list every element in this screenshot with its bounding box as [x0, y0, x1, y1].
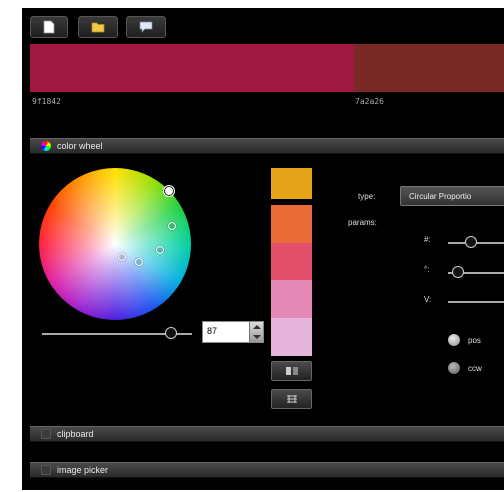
- swatch-secondary[interactable]: [354, 44, 504, 92]
- wheel-marker[interactable]: [156, 246, 164, 254]
- wheel-marker[interactable]: [135, 258, 143, 266]
- param-count-slider-knob[interactable]: [465, 236, 477, 248]
- brightness-slider-knob[interactable]: [165, 327, 177, 339]
- color-wheel-icon: [41, 141, 51, 151]
- brightness-value: 87: [207, 326, 218, 336]
- palette-action-button[interactable]: [271, 361, 312, 381]
- clipboard-icon: [41, 429, 51, 439]
- speech-bubble-icon: [139, 21, 153, 33]
- swatch-primary[interactable]: [30, 44, 354, 92]
- palette-swatch[interactable]: [271, 168, 312, 199]
- image-picker-section-header[interactable]: image picker: [30, 462, 504, 478]
- param-angle-label: °:: [424, 265, 430, 274]
- param-v-slider-track[interactable]: [448, 301, 504, 303]
- swap-icon: [285, 367, 298, 375]
- new-document-button[interactable]: [30, 16, 68, 38]
- palette-swatch[interactable]: [271, 280, 312, 318]
- palette-swatch[interactable]: [271, 205, 312, 243]
- radio-ccw[interactable]: [448, 362, 460, 374]
- swatch-hex-secondary: 7a2a26: [355, 97, 384, 106]
- clipboard-section-header[interactable]: clipboard: [30, 426, 504, 442]
- document-icon: [43, 20, 55, 34]
- section-label-image-picker: image picker: [57, 465, 109, 475]
- grid-icon: [286, 395, 297, 403]
- radio-ccw-label: ccw: [468, 364, 482, 373]
- stepper-down-icon[interactable]: [253, 335, 261, 339]
- section-label-clipboard: clipboard: [57, 429, 94, 439]
- scheme-type-select[interactable]: Circular Proportio: [400, 186, 504, 206]
- palette-swatch[interactable]: [271, 318, 312, 356]
- params-label: params:: [348, 218, 377, 227]
- swatch-hex-primary: 9f1842: [32, 97, 61, 106]
- folder-icon: [91, 22, 105, 33]
- type-label: type:: [358, 192, 376, 201]
- section-label-color-wheel: color wheel: [57, 141, 103, 151]
- brightness-stepper[interactable]: 87: [202, 321, 264, 343]
- radio-pos-label: pos: [468, 336, 481, 345]
- color-scheme-app: 9f1842 7a2a26 color wheel 87 type: Circu…: [22, 8, 504, 490]
- color-wheel-section-header[interactable]: color wheel: [30, 138, 504, 154]
- radio-pos[interactable]: [448, 334, 460, 346]
- image-picker-icon: [41, 465, 51, 475]
- stepper-up-icon[interactable]: [253, 325, 261, 329]
- wheel-marker-primary[interactable]: [164, 186, 174, 196]
- param-v-label: V:: [424, 295, 432, 304]
- param-angle-slider-knob[interactable]: [452, 266, 464, 278]
- wheel-marker[interactable]: [168, 222, 176, 230]
- comment-button[interactable]: [126, 16, 166, 38]
- wheel-marker[interactable]: [118, 253, 126, 261]
- palette-swatch[interactable]: [271, 243, 312, 280]
- palette-export-button[interactable]: [271, 389, 312, 409]
- param-count-label: #:: [424, 235, 431, 244]
- stepper-arrows[interactable]: [249, 322, 263, 342]
- open-folder-button[interactable]: [78, 16, 118, 38]
